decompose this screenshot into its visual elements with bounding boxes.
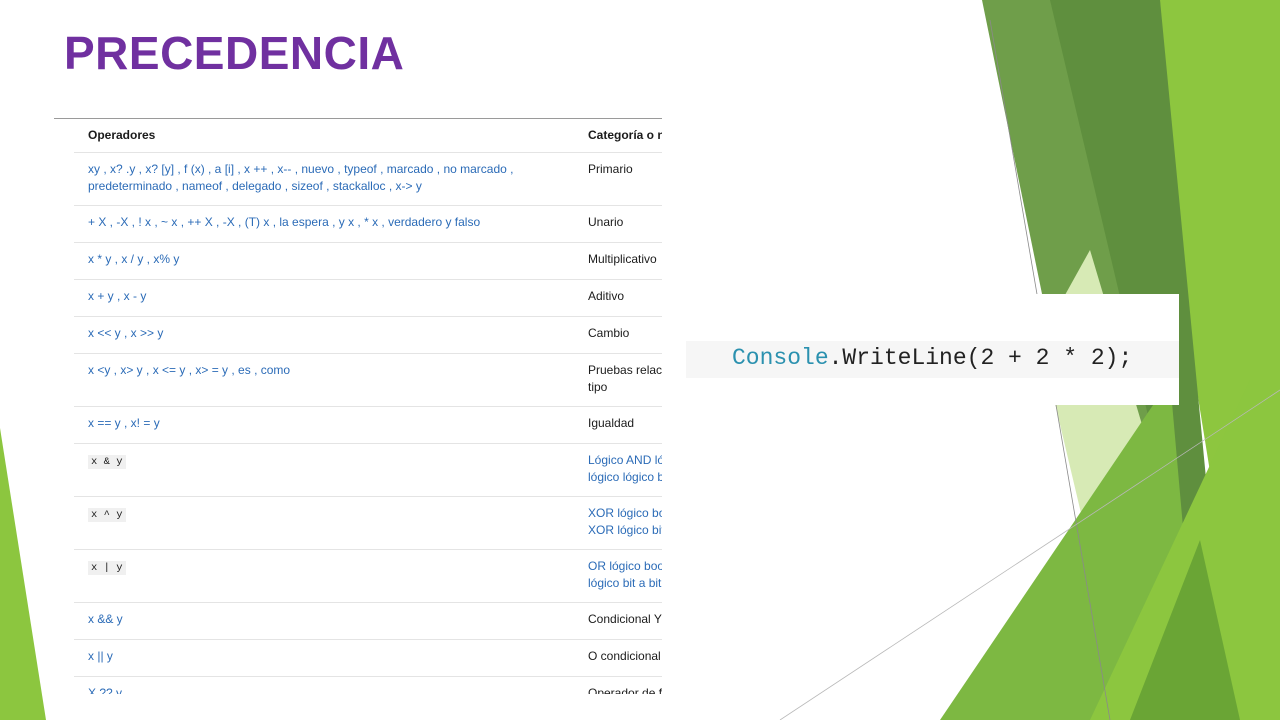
operator-code: x ^ y	[88, 508, 126, 522]
operator-link[interactable]: x == y , x! = y	[88, 416, 160, 430]
table-row: x | y OR lógico booleano o lógico bit a bi…	[74, 549, 662, 603]
slide-title: PRECEDENCIA	[64, 27, 405, 79]
operators-cell: x << y , x >> y	[74, 316, 574, 354]
category-label: Aditivo	[588, 289, 625, 303]
category-label[interactable]: XOR lógico booleano o	[588, 506, 662, 520]
operators-cell: x <y , x> y , x <= y , x> = y , es , com…	[74, 353, 574, 407]
table-row: X ?? y Operador de fusión nula	[74, 676, 662, 694]
operator-code: x & y	[88, 455, 126, 469]
operator-link[interactable]: + X , -X , ! x , ~ x , ++ X , -X , (T) x…	[88, 215, 480, 229]
table-header-row: Operadores Categoría o nombre	[74, 119, 662, 153]
category-cell: O condicional	[574, 639, 662, 677]
deco-left-sliver	[0, 428, 46, 720]
precedence-table-screenshot: Operadores Categoría o nombre xy , x? .y…	[54, 118, 662, 694]
code-method-call: .WriteLine(2 + 2 * 2);	[828, 345, 1133, 371]
table-row: x <y , x> y , x <= y , x> = y , es , com…	[74, 353, 662, 407]
table-row: x == y , x! = y Igualdad	[74, 406, 662, 444]
operators-cell: x * y , x / y , x% y	[74, 242, 574, 280]
category-label: Condicional Y	[588, 612, 662, 626]
category-cell: Aditivo	[574, 279, 662, 317]
operator-code: x | y	[88, 561, 126, 575]
category-label: O condicional	[588, 649, 661, 663]
code-class-name: Console	[732, 345, 829, 371]
table-row: + X , -X , ! x , ~ x , ++ X , -X , (T) x…	[74, 205, 662, 243]
category-label: Operador de fusión nula	[588, 686, 662, 694]
category-cell: Unario	[574, 205, 662, 243]
category-cell: Operador de fusión nula	[574, 676, 662, 694]
category-label: Igualdad	[588, 416, 635, 430]
operator-link[interactable]: X ?? y	[88, 686, 122, 694]
category-label[interactable]: OR lógico booleano o	[588, 559, 662, 573]
category-cell: Primario	[574, 152, 662, 206]
operator-link[interactable]: x && y	[88, 612, 123, 626]
category-cell: Condicional Y	[574, 602, 662, 640]
header-category: Categoría o nombre	[574, 119, 662, 153]
precedence-table: Operadores Categoría o nombre xy , x? .y…	[74, 119, 662, 694]
category-label: Unario	[588, 215, 624, 229]
category-cell: Cambio	[574, 316, 662, 354]
category-cell[interactable]: Lógico AND lógico booleano o lógico lógic…	[574, 443, 662, 497]
operator-link[interactable]: predeterminado , nameof , delegado , siz…	[88, 179, 422, 193]
operators-cell: x & y	[74, 443, 574, 497]
operators-cell: x || y	[74, 639, 574, 677]
operators-cell: x | y	[74, 549, 574, 603]
category-label: Cambio	[588, 326, 630, 340]
table-row: x ^ y XOR lógico booleano o XOR lógico bit…	[74, 496, 662, 550]
category-cell[interactable]: XOR lógico booleano o XOR lógico bit a bi…	[574, 496, 662, 550]
category-label[interactable]: XOR lógico bit a bit	[588, 523, 662, 537]
operators-cell: + X , -X , ! x , ~ x , ++ X , -X , (T) x…	[74, 205, 574, 243]
table-row: xy , x? .y , x? [y] , f (x) , a [i] , x …	[74, 152, 662, 206]
operators-cell: x ^ y	[74, 496, 574, 550]
category-label[interactable]: lógico bit a bit	[588, 576, 661, 590]
category-label[interactable]: Lógico AND lógico booleano o	[588, 453, 662, 467]
operators-cell: x + y , x - y	[74, 279, 574, 317]
table-row: x * y , x / y , x% y Multiplicativo	[74, 242, 662, 280]
operators-cell: xy , x? .y , x? [y] , f (x) , a [i] , x …	[74, 152, 574, 206]
table-row: x && y Condicional Y	[74, 602, 662, 640]
operator-link[interactable]: x + y , x - y	[88, 289, 146, 303]
category-label: Primario	[588, 162, 633, 176]
category-label: Multiplicativo	[588, 252, 657, 266]
category-label: tipo	[588, 380, 608, 394]
category-cell: Multiplicativo	[574, 242, 662, 280]
operator-link[interactable]: x <y , x> y , x <= y , x> = y , es , com…	[88, 363, 290, 377]
table-row: x || y O condicional	[74, 639, 662, 677]
operators-cell: x && y	[74, 602, 574, 640]
category-label[interactable]: lógico lógico bit a bit	[588, 470, 662, 484]
category-cell[interactable]: OR lógico booleano o lógico bit a bit	[574, 549, 662, 603]
category-label: Pruebas relacionales y de	[588, 363, 662, 377]
operator-link[interactable]: xy , x? .y , x? [y] , f (x) , a [i] , x …	[88, 162, 514, 176]
operators-cell: x == y , x! = y	[74, 406, 574, 444]
category-cell: Igualdad	[574, 406, 662, 444]
header-operators: Operadores	[74, 119, 574, 153]
table-row: x + y , x - y Aditivo	[74, 279, 662, 317]
table-row: x << y , x >> y Cambio	[74, 316, 662, 354]
code-line: Console.WriteLine(2 + 2 * 2);	[732, 345, 1132, 371]
operators-cell: X ?? y	[74, 676, 574, 694]
code-snippet-screenshot: Console.WriteLine(2 + 2 * 2);	[686, 294, 1179, 405]
table-row: x & y Lógico AND lógico booleano o lógico …	[74, 443, 662, 497]
operator-link[interactable]: x << y , x >> y	[88, 326, 163, 340]
operator-link[interactable]: x || y	[88, 649, 113, 663]
category-cell: Pruebas relacionales y de tipo	[574, 353, 662, 407]
operator-link[interactable]: x * y , x / y , x% y	[88, 252, 179, 266]
